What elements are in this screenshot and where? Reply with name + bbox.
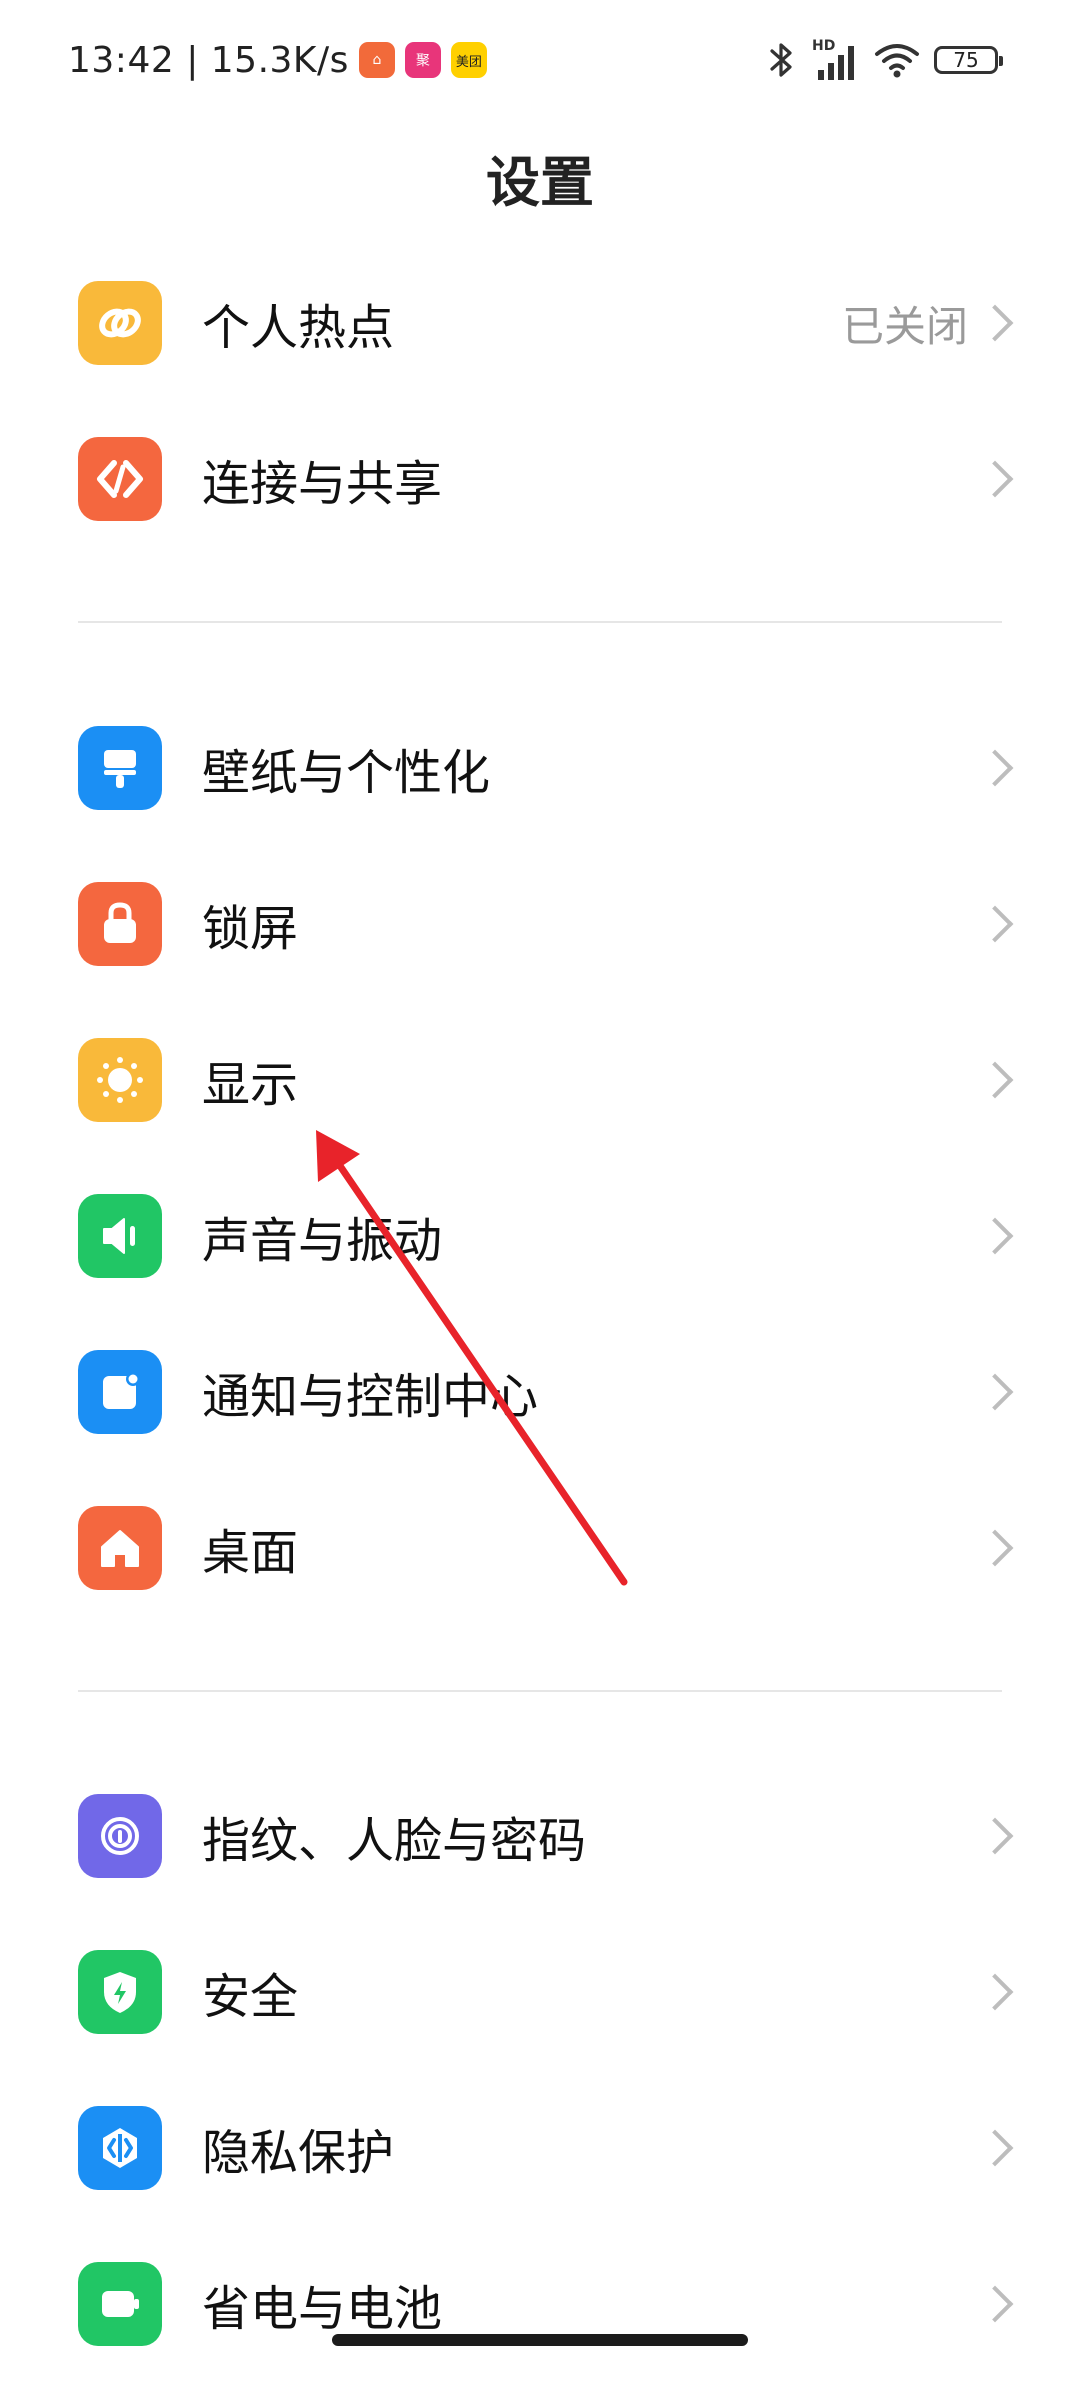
page-title: 设置 xyxy=(486,151,594,214)
settings-item-security[interactable]: 安全 xyxy=(0,1917,1080,2067)
chevron-right-icon xyxy=(976,1061,1014,1099)
home-icon xyxy=(78,1506,162,1590)
brush-icon xyxy=(78,726,162,810)
settings-item-label: 隐私保护 xyxy=(202,2125,395,2181)
section-divider xyxy=(78,621,1002,623)
app-badge-1-icon: ⌂ xyxy=(358,42,395,78)
settings-item-label: 省电与电池 xyxy=(202,2281,443,2337)
home-indicator[interactable] xyxy=(332,2334,748,2346)
settings-item-display[interactable]: 显示 xyxy=(0,1005,1080,1155)
lock-icon xyxy=(78,882,162,966)
chevron-right-icon xyxy=(976,905,1014,943)
hotspot-link-icon xyxy=(78,281,162,365)
section-divider xyxy=(78,1690,1002,1692)
speaker-icon xyxy=(78,1194,162,1278)
chevron-right-icon xyxy=(976,2129,1014,2167)
settings-item-label: 指纹、人脸与密码 xyxy=(202,1813,587,1869)
settings-item-label: 个人热点 xyxy=(202,300,395,356)
battery-saver-icon xyxy=(78,2262,162,2346)
privacy-icon xyxy=(78,2106,162,2190)
chevron-right-icon xyxy=(976,1217,1014,1255)
chevron-right-icon xyxy=(976,1529,1014,1567)
settings-item-label: 连接与共享 xyxy=(202,456,443,512)
app-badge-2-icon: 聚 xyxy=(404,42,441,78)
chevron-right-icon xyxy=(976,1973,1014,2011)
share-diamond-icon xyxy=(78,437,162,521)
settings-item-label: 通知与控制中心 xyxy=(202,1369,539,1425)
meituan-badge-icon: 美团 xyxy=(450,42,487,78)
settings-item-label: 安全 xyxy=(202,1969,299,2025)
chevron-right-icon xyxy=(976,460,1014,498)
chevron-right-icon xyxy=(976,749,1014,787)
settings-item-desktop[interactable]: 桌面 xyxy=(0,1473,1080,1623)
bluetooth-icon xyxy=(770,43,792,77)
battery-icon: 75 xyxy=(934,46,1003,74)
status-bar: 13:42 | 15.3K/s ⌂ 聚 美团 HD 75 xyxy=(0,0,1080,115)
settings-item-fingerprint-face-password[interactable]: 指纹、人脸与密码 xyxy=(0,1761,1080,1911)
settings-item-connection-sharing[interactable]: 连接与共享 xyxy=(0,404,1080,554)
notification-icon xyxy=(78,1350,162,1434)
chevron-right-icon xyxy=(976,1817,1014,1855)
settings-item-label: 声音与振动 xyxy=(202,1213,443,1269)
hotspot-status-value: 已关闭 xyxy=(841,301,968,351)
settings-item-personal-hotspot[interactable]: 个人热点 已关闭 xyxy=(0,248,1080,398)
settings-item-notification-control-center[interactable]: 通知与控制中心 xyxy=(0,1317,1080,1467)
settings-item-battery-saver[interactable]: 省电与电池 xyxy=(0,2229,1080,2379)
battery-level: 75 xyxy=(953,48,979,72)
settings-item-sound-vibration[interactable]: 声音与振动 xyxy=(0,1161,1080,1311)
fingerprint-icon xyxy=(78,1794,162,1878)
shield-icon xyxy=(78,1950,162,2034)
settings-item-label: 显示 xyxy=(202,1057,299,1113)
status-right: HD 75 xyxy=(764,36,1003,84)
sun-icon xyxy=(78,1038,162,1122)
status-time-speed: 13:42 | 15.3K/s xyxy=(68,39,349,81)
chevron-right-icon xyxy=(976,1373,1014,1411)
settings-item-lock-screen[interactable]: 锁屏 xyxy=(0,849,1080,999)
settings-item-label: 桌面 xyxy=(202,1525,299,1581)
chevron-right-icon xyxy=(976,2285,1014,2323)
signal-icon: HD xyxy=(812,38,860,82)
wifi-icon xyxy=(875,44,919,78)
settings-item-wallpaper-personalization[interactable]: 壁纸与个性化 xyxy=(0,693,1080,843)
settings-item-privacy-protection[interactable]: 隐私保护 xyxy=(0,2073,1080,2223)
status-left: 13:42 | 15.3K/s ⌂ 聚 美团 xyxy=(68,36,487,84)
chevron-right-icon xyxy=(976,304,1014,342)
settings-item-label: 壁纸与个性化 xyxy=(202,745,491,801)
settings-item-label: 锁屏 xyxy=(202,901,299,957)
